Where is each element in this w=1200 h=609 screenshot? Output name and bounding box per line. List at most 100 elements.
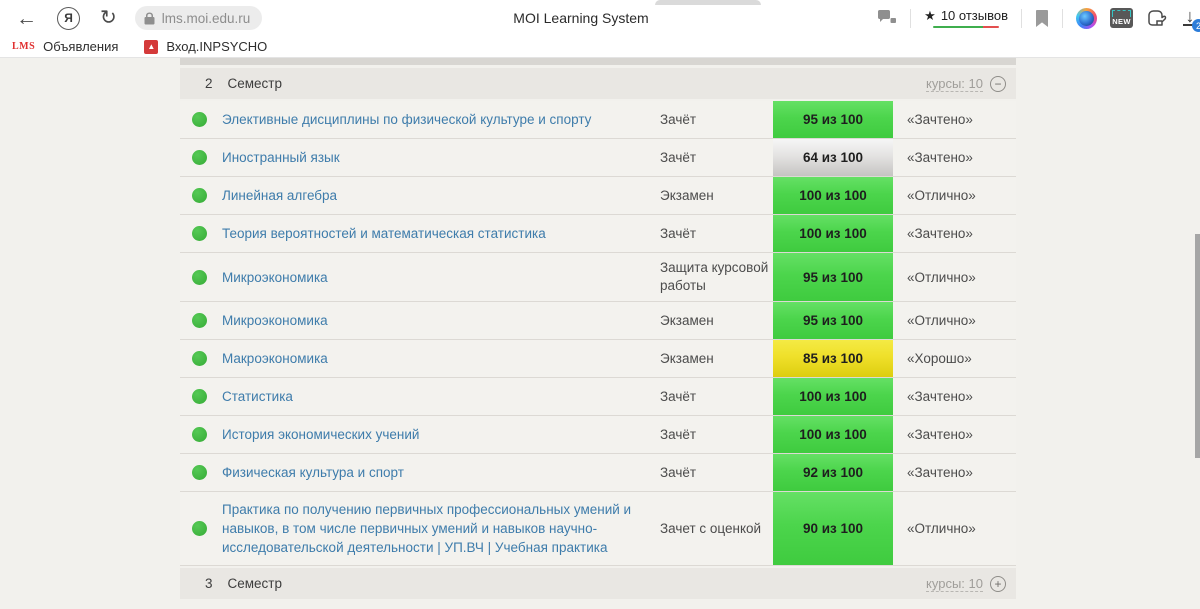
status-cell bbox=[180, 454, 222, 491]
downloads-count-badge: 2 bbox=[1192, 19, 1200, 32]
divider bbox=[910, 9, 911, 28]
course-row: Линейная алгебраЭкзамен100 из 100«Отличн… bbox=[180, 177, 1016, 215]
status-cell bbox=[180, 302, 222, 339]
course-link[interactable]: Статистика bbox=[222, 389, 293, 404]
reviews-label: 10 отзывов bbox=[941, 8, 1008, 23]
status-dot-icon bbox=[192, 521, 207, 536]
semester-2-header: 2 Семестр курсы: 10 − bbox=[180, 68, 1016, 99]
toolbar-right-icons: ★ 10 отзывов NEW ↓ 2 bbox=[877, 0, 1200, 36]
grade-text: «Зачтено» bbox=[893, 112, 1016, 127]
browser-toolbar: ← Я ↻ lms.moi.edu.ru MOI Learning System… bbox=[0, 0, 1200, 36]
course-row: Теория вероятностей и математическая ста… bbox=[180, 215, 1016, 253]
status-cell bbox=[180, 215, 222, 252]
course-link[interactable]: Макроэкономика bbox=[222, 351, 328, 366]
courses-count-link[interactable]: курсы: 10 bbox=[926, 76, 983, 92]
extension-sphere-icon[interactable] bbox=[1076, 8, 1097, 29]
screenshot-extension-icon[interactable]: NEW bbox=[1110, 8, 1133, 28]
course-link[interactable]: Практика по получению первичных професси… bbox=[222, 502, 631, 555]
course-row: Элективные дисциплины по физической куль… bbox=[180, 101, 1016, 139]
course-link[interactable]: Линейная алгебра bbox=[222, 188, 337, 203]
grade-text: «Отлично» bbox=[893, 521, 1016, 536]
status-dot-icon bbox=[192, 389, 207, 404]
exam-type: Зачёт bbox=[660, 143, 773, 173]
grades-table: 2 Семестр курсы: 10 − Элективные дисципл… bbox=[180, 58, 1016, 601]
address-text: lms.moi.edu.ru bbox=[162, 11, 251, 26]
grade-text: «Отлично» bbox=[893, 188, 1016, 203]
course-row: Иностранный языкЗачёт64 из 100«Зачтено» bbox=[180, 139, 1016, 177]
expand-section-button[interactable]: + bbox=[990, 576, 1006, 592]
semester-label: Семестр bbox=[228, 576, 283, 591]
grade-text: «Отлично» bbox=[893, 313, 1016, 328]
exam-type: Зачёт bbox=[660, 105, 773, 135]
status-dot-icon bbox=[192, 112, 207, 127]
vertical-scrollbar[interactable] bbox=[1195, 234, 1200, 458]
downloads-icon[interactable]: ↓ 2 bbox=[1180, 6, 1200, 30]
course-link[interactable]: Физическая культура и спорт bbox=[222, 465, 404, 480]
course-link[interactable]: Теория вероятностей и математическая ста… bbox=[222, 226, 546, 241]
status-dot-icon bbox=[192, 188, 207, 203]
score-badge: 95 из 100 bbox=[773, 253, 893, 301]
courses-count-link[interactable]: курсы: 10 bbox=[926, 576, 983, 592]
status-dot-icon bbox=[192, 351, 207, 366]
status-cell bbox=[180, 378, 222, 415]
exam-type: Экзамен bbox=[660, 181, 773, 211]
status-dot-icon bbox=[192, 427, 207, 442]
yandex-browser-icon[interactable]: Я bbox=[57, 7, 80, 30]
collapse-section-button[interactable]: − bbox=[990, 76, 1006, 92]
address-bar[interactable]: lms.moi.edu.ru bbox=[135, 6, 263, 30]
reviews-rating[interactable]: ★ 10 отзывов bbox=[924, 8, 1008, 29]
exam-type: Зачёт bbox=[660, 458, 773, 488]
refresh-icon[interactable]: ↻ bbox=[100, 8, 117, 28]
course-link[interactable]: Микроэкономика bbox=[222, 313, 328, 328]
score-badge: 64 из 100 bbox=[773, 139, 893, 176]
score-badge: 90 из 100 bbox=[773, 492, 893, 565]
status-cell bbox=[180, 139, 222, 176]
course-row: История экономических ученийЗачёт100 из … bbox=[180, 416, 1016, 454]
bookmark-inpsycho-login[interactable]: ▲ Вход.INPSYCHO bbox=[144, 39, 267, 54]
exam-type: Экзамен bbox=[660, 306, 773, 336]
divider bbox=[1062, 9, 1063, 28]
grade-text: «Зачтено» bbox=[893, 226, 1016, 241]
course-cell: Иностранный язык bbox=[222, 140, 660, 175]
feedback-chat-icon[interactable] bbox=[877, 9, 897, 27]
status-cell bbox=[180, 101, 222, 138]
grade-text: «Зачтено» bbox=[893, 465, 1016, 480]
score-badge: 100 из 100 bbox=[773, 215, 893, 252]
status-dot-icon bbox=[192, 226, 207, 241]
lock-icon bbox=[144, 12, 155, 25]
extension-mitten-icon[interactable] bbox=[1146, 9, 1167, 28]
score-badge: 95 из 100 bbox=[773, 302, 893, 339]
bookmark-lms-announcements[interactable]: LMS Объявления bbox=[12, 39, 118, 54]
score-badge: 100 из 100 bbox=[773, 416, 893, 453]
status-dot-icon bbox=[192, 150, 207, 165]
course-cell: Статистика bbox=[222, 379, 660, 414]
course-cell: Микроэкономика bbox=[222, 303, 660, 338]
inpsycho-favicon: ▲ bbox=[144, 40, 158, 54]
bookmarks-bar: LMS Объявления ▲ Вход.INPSYCHO bbox=[0, 36, 1200, 58]
course-cell: Теория вероятностей и математическая ста… bbox=[222, 216, 660, 251]
status-dot-icon bbox=[192, 465, 207, 480]
exam-type: Зачёт bbox=[660, 382, 773, 412]
back-icon[interactable]: ← bbox=[16, 8, 37, 29]
status-cell bbox=[180, 492, 222, 565]
course-link[interactable]: Микроэкономика bbox=[222, 270, 328, 285]
course-cell: История экономических учений bbox=[222, 417, 660, 452]
course-link[interactable]: История экономических учений bbox=[222, 427, 419, 442]
course-cell: Практика по получению первичных професси… bbox=[222, 492, 660, 565]
course-link[interactable]: Иностранный язык bbox=[222, 150, 340, 165]
course-cell: Макроэкономика bbox=[222, 341, 660, 376]
semester-3-header: 3 Семестр курсы: 10 + bbox=[180, 568, 1016, 599]
exam-type: Зачёт bbox=[660, 219, 773, 249]
course-rows: Элективные дисциплины по физической куль… bbox=[180, 101, 1016, 566]
course-row: МикроэкономикаЗащита курсовой работы95 и… bbox=[180, 253, 1016, 302]
course-row: Практика по получению первичных професси… bbox=[180, 492, 1016, 566]
previous-section-edge bbox=[180, 58, 1016, 65]
course-row: Макроэкономика Экзамен85 из 100«Хорошо» bbox=[180, 340, 1016, 378]
exam-type: Экзамен bbox=[660, 344, 773, 374]
score-badge: 85 из 100 bbox=[773, 340, 893, 377]
grade-text: «Хорошо» bbox=[893, 351, 1016, 366]
bookmark-flag-icon[interactable] bbox=[1035, 10, 1049, 27]
course-row: СтатистикаЗачёт100 из 100«Зачтено» bbox=[180, 378, 1016, 416]
status-cell bbox=[180, 253, 222, 301]
course-link[interactable]: Элективные дисциплины по физической куль… bbox=[222, 112, 591, 127]
